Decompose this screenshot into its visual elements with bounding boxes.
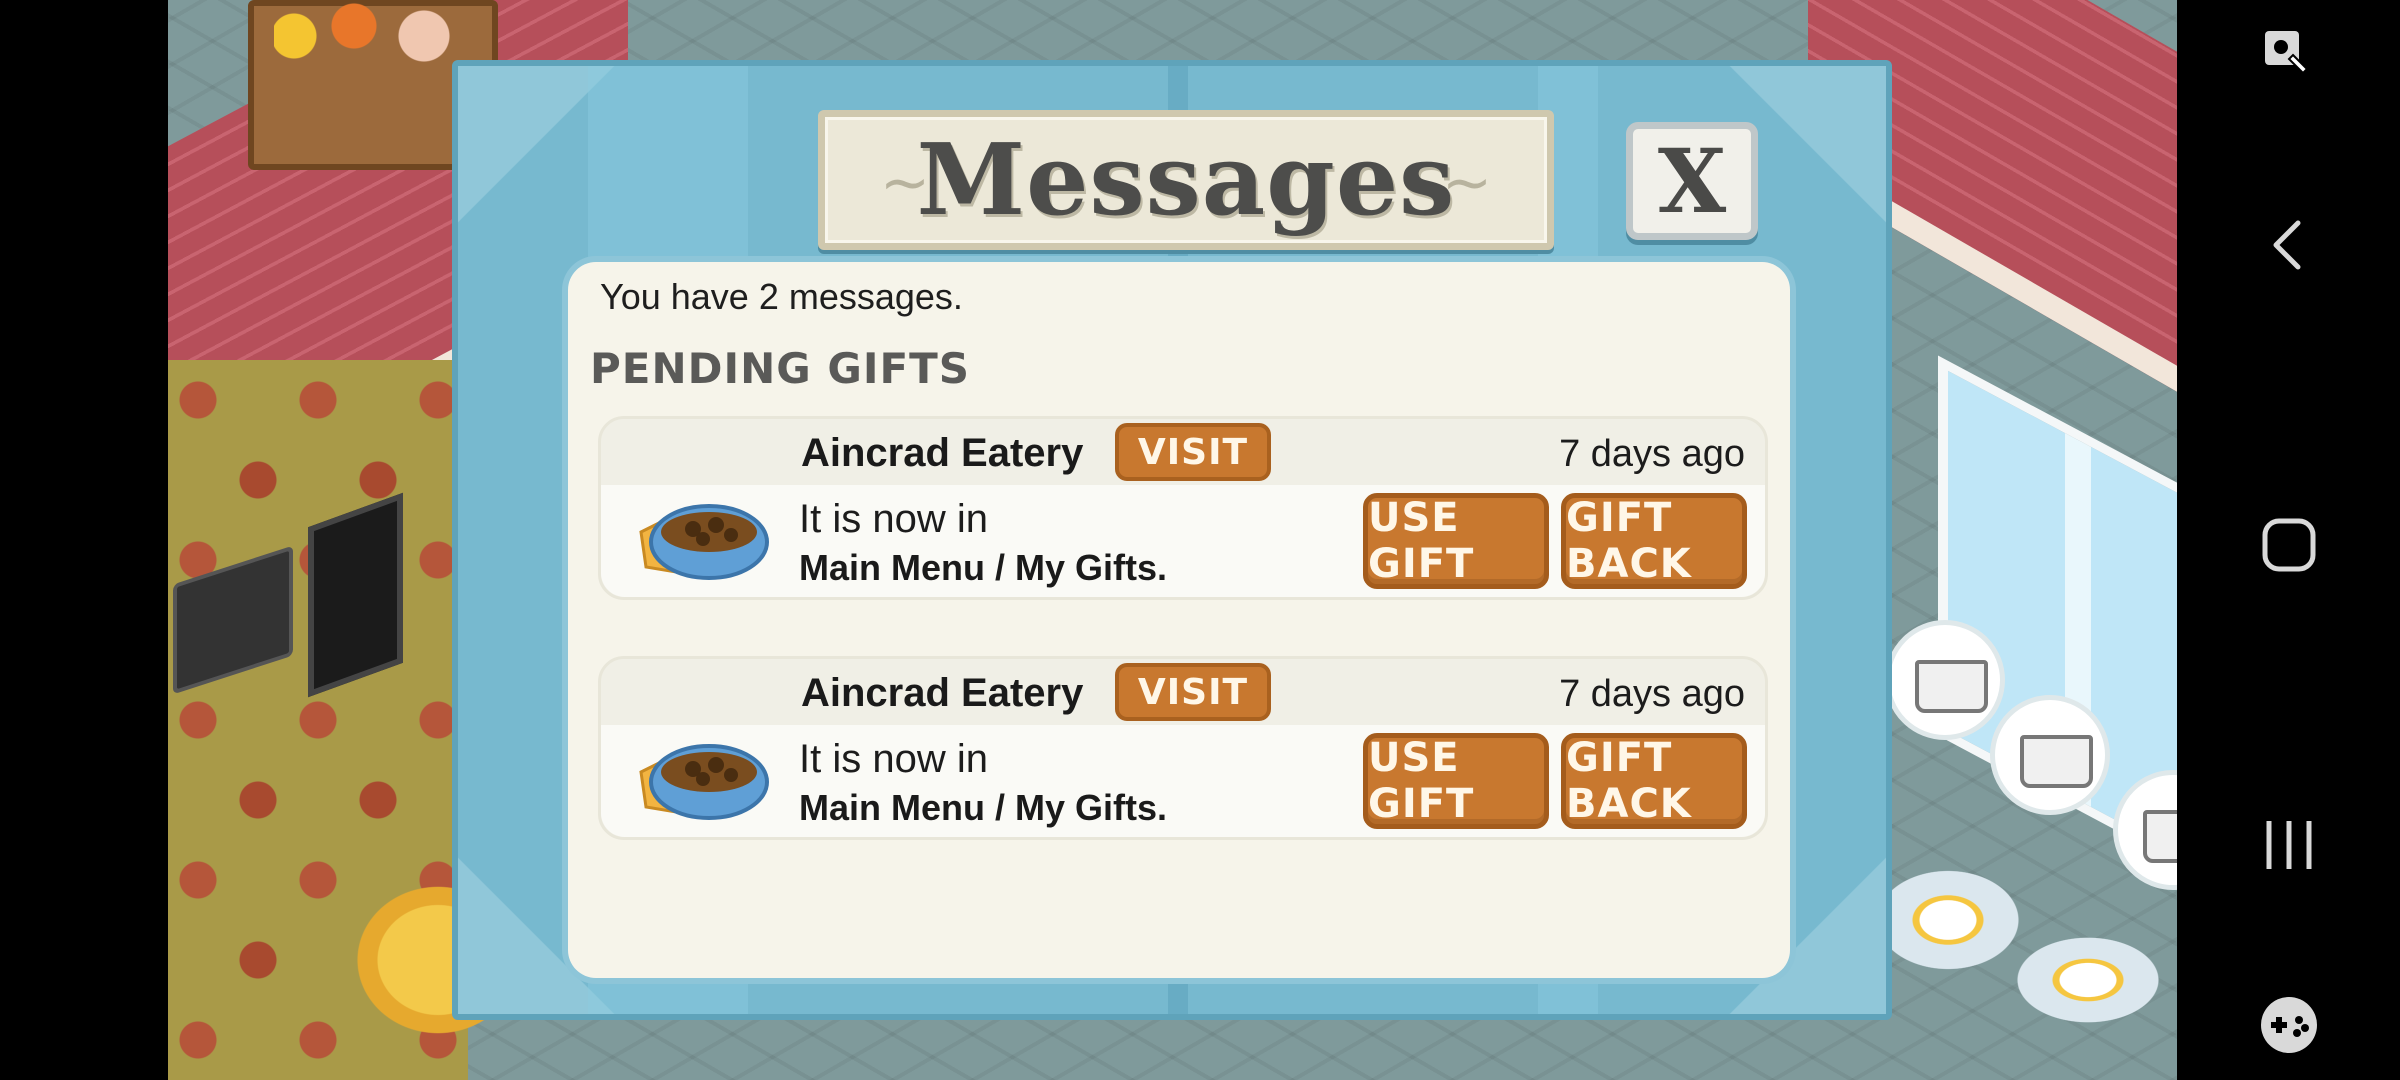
back-icon[interactable] (2177, 200, 2400, 290)
soup-bowl-icon (639, 504, 769, 580)
recent-apps-icon[interactable] (2177, 800, 2400, 890)
system-nav-bar (2177, 0, 2400, 1080)
messages-panel: You have 2 messages. PENDING GIFTS Aincr… (568, 262, 1790, 978)
dialog-title: Messages (916, 122, 1456, 238)
swirl-ornament-icon: ~ (879, 148, 931, 218)
use-gift-button[interactable]: USE GIFT (1363, 493, 1549, 589)
swirl-ornament-icon: ~ (1441, 148, 1493, 218)
visit-button[interactable]: VISIT (1115, 423, 1271, 481)
soup-bowl-icon (639, 744, 769, 820)
home-icon[interactable] (2177, 500, 2400, 590)
gift-back-button[interactable]: GIFT BACK (1561, 733, 1747, 829)
assistant-touch-icon[interactable] (2177, 20, 2400, 90)
recipe-book-bubble[interactable] (1990, 695, 2110, 815)
message-location: Main Menu / My Gifts. (799, 547, 1168, 588)
pending-gifts-heading: PENDING GIFTS (590, 344, 971, 393)
message-sender: Aincrad Eatery (801, 431, 1084, 475)
message-time: 7 days ago (1559, 433, 1745, 475)
message-text: It is now in (799, 737, 988, 781)
visit-button[interactable]: VISIT (1115, 663, 1271, 721)
message-card: Aincrad Eatery VISIT 7 days ago It is no… (598, 416, 1768, 600)
messages-dialog: ~ Messages ~ X You have 2 messages. PEND… (452, 60, 1892, 1020)
close-button[interactable]: X (1626, 122, 1758, 240)
message-text: It is now in (799, 497, 988, 541)
message-sender: Aincrad Eatery (801, 671, 1084, 715)
dialog-title-plate: ~ Messages ~ (818, 110, 1554, 250)
recipe-book-bubble[interactable] (1885, 620, 2005, 740)
gift-back-button[interactable]: GIFT BACK (1561, 493, 1747, 589)
game-controller-icon[interactable] (2177, 985, 2400, 1065)
use-gift-button[interactable]: USE GIFT (1363, 733, 1549, 829)
message-count-text: You have 2 messages. (600, 276, 963, 317)
message-time: 7 days ago (1559, 673, 1745, 715)
message-location: Main Menu / My Gifts. (799, 787, 1168, 828)
message-card: Aincrad Eatery VISIT 7 days ago It is no… (598, 656, 1768, 840)
pizza-sign-decoration (308, 492, 403, 698)
breakfast-plates (1888, 860, 2177, 1080)
